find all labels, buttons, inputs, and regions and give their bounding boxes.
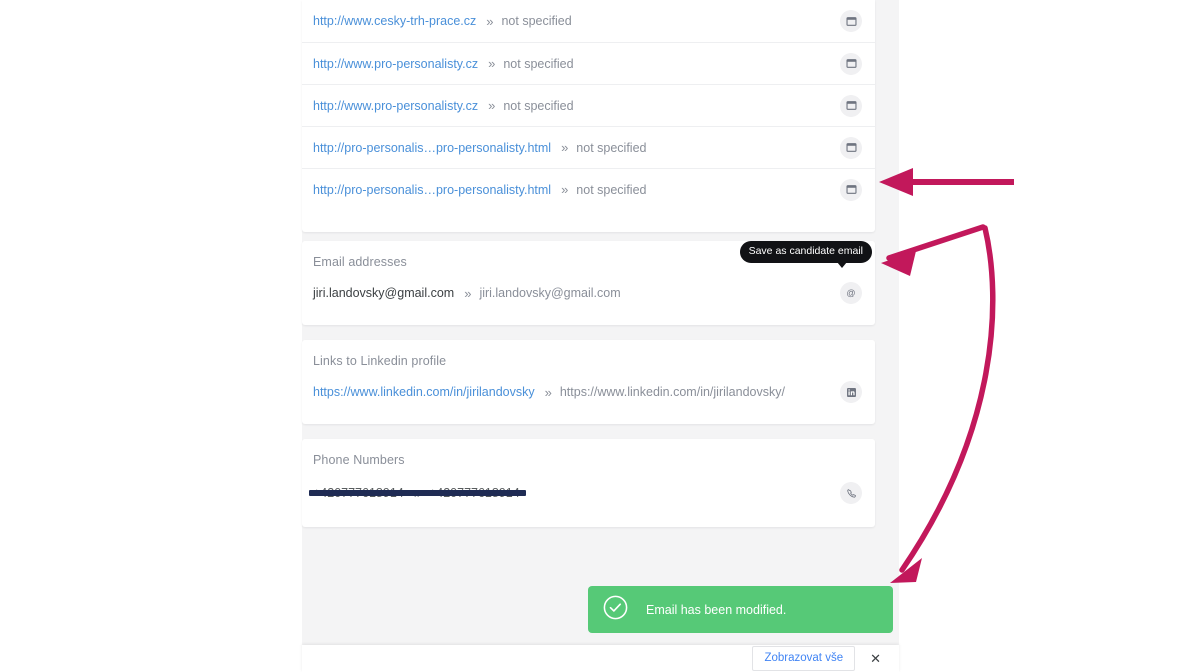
annotation-arrow-straight bbox=[879, 168, 1014, 196]
phone-numbers-card: Phone Numbers +420777618914 » +420777618… bbox=[302, 439, 875, 527]
card-footer-space bbox=[302, 519, 875, 527]
source-url-link[interactable]: http://www.cesky-trh-prace.cz bbox=[313, 14, 476, 28]
row-separator-icon: » bbox=[486, 13, 493, 29]
table-row[interactable]: http://pro-personalis…pro-personalisty.h… bbox=[302, 168, 875, 210]
browser-window-icon[interactable] bbox=[840, 52, 862, 75]
bottom-action-bar: Zobrazovat vše ✕ bbox=[302, 645, 899, 672]
row-separator-icon: » bbox=[561, 140, 568, 155]
table-row[interactable]: https://www.linkedin.com/in/jirilandovsk… bbox=[302, 368, 875, 416]
source-linkedin-link[interactable]: https://www.linkedin.com/in/jirilandovsk… bbox=[313, 385, 535, 399]
row-value: not specified bbox=[503, 56, 574, 71]
browser-window-icon[interactable] bbox=[840, 10, 862, 32]
toast-message: Email has been modified. bbox=[646, 602, 787, 617]
source-url-link[interactable]: http://pro-personalis…pro-personalisty.h… bbox=[313, 141, 551, 155]
at-sign-icon[interactable]: @ bbox=[840, 282, 862, 304]
email-addresses-card: Email addresses jiri.landovsky@gmail.com… bbox=[302, 241, 875, 325]
source-url-link[interactable]: http://pro-personalis…pro-personalisty.h… bbox=[313, 183, 551, 197]
source-links-card: http://www.cesky-trh-prace.cz » not spec… bbox=[302, 0, 875, 232]
row-value: jiri.landovsky@gmail.com bbox=[479, 286, 621, 300]
row-value: not specified bbox=[576, 182, 647, 197]
close-bar-button[interactable]: ✕ bbox=[866, 649, 885, 669]
page-root: http://www.cesky-trh-prace.cz » not spec… bbox=[0, 0, 1200, 672]
table-row[interactable]: http://www.cesky-trh-prace.cz » not spec… bbox=[302, 0, 875, 42]
browser-window-icon[interactable] bbox=[840, 178, 862, 201]
content-column: http://www.cesky-trh-prace.cz » not spec… bbox=[302, 0, 875, 527]
card-footer-space bbox=[302, 416, 875, 424]
toast-notification: Email has been modified. bbox=[588, 586, 893, 633]
table-row[interactable]: http://www.pro-personalisty.cz » not spe… bbox=[302, 84, 875, 126]
redacted-phone-number: +420777618914 » +420777618914 bbox=[309, 486, 526, 501]
row-value: not specified bbox=[576, 140, 647, 155]
linkedin-links-card: Links to Linkedin profile https://www.li… bbox=[302, 340, 875, 424]
row-value: not specified bbox=[503, 98, 574, 113]
table-row[interactable]: jiri.landovsky@gmail.com » jiri.landovsk… bbox=[302, 241, 875, 317]
card-footer-space bbox=[302, 210, 875, 232]
row-separator-icon: » bbox=[561, 182, 568, 197]
row-separator-icon: » bbox=[488, 98, 495, 113]
row-separator-icon: » bbox=[464, 285, 471, 301]
tooltip-save-as-candidate-email: Save as candidate email bbox=[739, 241, 872, 268]
row-separator-icon: » bbox=[544, 384, 552, 400]
source-url-link[interactable]: http://www.pro-personalisty.cz bbox=[313, 57, 478, 71]
table-row[interactable]: http://www.pro-personalisty.cz » not spe… bbox=[302, 42, 875, 84]
card-title: Phone Numbers bbox=[313, 453, 405, 467]
table-row[interactable]: http://pro-personalis…pro-personalisty.h… bbox=[302, 126, 875, 168]
source-url-link[interactable]: http://www.pro-personalisty.cz bbox=[313, 99, 478, 113]
check-circle-icon bbox=[602, 594, 629, 626]
row-separator-icon: » bbox=[488, 56, 495, 71]
show-all-button[interactable]: Zobrazovat vše bbox=[752, 646, 856, 671]
row-value: not specified bbox=[501, 14, 572, 28]
phone-icon[interactable] bbox=[840, 482, 862, 504]
browser-window-icon[interactable] bbox=[840, 136, 862, 159]
row-value: https://www.linkedin.com/in/jirilandovsk… bbox=[559, 385, 785, 399]
source-email: jiri.landovsky@gmail.com bbox=[313, 286, 455, 300]
linkedin-icon[interactable] bbox=[840, 381, 862, 403]
svg-text:@: @ bbox=[846, 288, 855, 298]
browser-window-icon[interactable] bbox=[840, 94, 862, 117]
card-title: Links to Linkedin profile bbox=[313, 354, 447, 368]
table-row[interactable]: +420777618914 » +420777618914 bbox=[302, 467, 875, 519]
card-footer-space bbox=[302, 317, 875, 325]
redaction-bar bbox=[309, 490, 526, 496]
